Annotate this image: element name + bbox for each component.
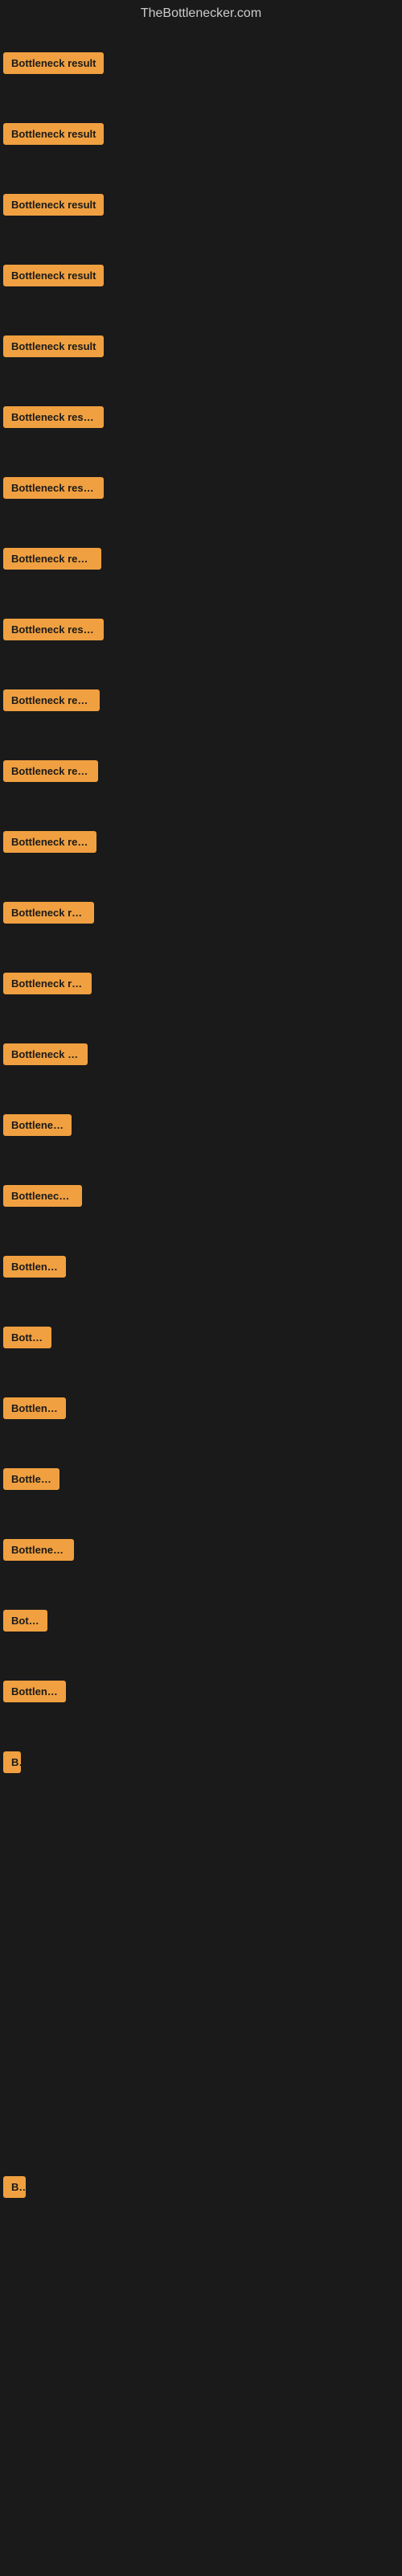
empty-item bbox=[0, 2222, 402, 2293]
empty-item bbox=[0, 2434, 402, 2505]
bottleneck-badge[interactable]: Bottleneck r bbox=[3, 1539, 74, 1561]
empty-item bbox=[0, 2505, 402, 2576]
bottleneck-item: Bottleneck result bbox=[0, 311, 402, 381]
empty-item bbox=[0, 2080, 402, 2151]
bottleneck-item: Bottlenec bbox=[0, 1372, 402, 1443]
bottleneck-item: Bottleneck result bbox=[0, 27, 402, 98]
bottleneck-item: Bottleneck result bbox=[0, 452, 402, 523]
bottleneck-item: Bottleneck result bbox=[0, 877, 402, 948]
bottleneck-item: Bottleneck result bbox=[0, 98, 402, 169]
bottleneck-item: Bottleneck result bbox=[0, 240, 402, 311]
bottleneck-badge[interactable]: Bottleneck result bbox=[3, 973, 92, 994]
bottleneck-item: Bottleneck result bbox=[0, 806, 402, 877]
empty-item bbox=[0, 1939, 402, 2010]
bottleneck-badge[interactable]: Bottleneck result bbox=[3, 689, 100, 711]
bottleneck-item: Bottleneck result bbox=[0, 523, 402, 594]
bottleneck-badge[interactable]: Bottleneck result bbox=[3, 406, 104, 428]
bottleneck-badge[interactable]: Bottleneck result bbox=[3, 831, 96, 853]
bottleneck-badge[interactable]: Bottleneck result bbox=[3, 619, 104, 640]
bottleneck-badge[interactable]: Bottleneck result bbox=[3, 548, 101, 570]
bottleneck-item: Bottlenec bbox=[0, 1656, 402, 1726]
bottleneck-badge[interactable]: Bottleneck result bbox=[3, 52, 104, 74]
bottleneck-badge[interactable]: B bbox=[3, 1751, 21, 1773]
bottleneck-badge[interactable]: Bottlene bbox=[3, 1468, 59, 1490]
site-title: TheBottlenecker.com bbox=[0, 0, 402, 27]
bottleneck-item: Bottleneck resul bbox=[0, 1018, 402, 1089]
bottleneck-badge[interactable]: Bottlenec bbox=[3, 1256, 66, 1278]
bottleneck-item: Bottleneck result bbox=[0, 594, 402, 665]
bottleneck-badge[interactable]: Bottle bbox=[3, 1610, 47, 1632]
empty-item bbox=[0, 2364, 402, 2434]
bottleneck-item: Bottle bbox=[0, 1585, 402, 1656]
bottleneck-item: Bottler bbox=[0, 1302, 402, 1372]
empty-item bbox=[0, 2293, 402, 2364]
bottleneck-item: Bottleneck result bbox=[0, 169, 402, 240]
bottleneck-badge[interactable]: Bo bbox=[3, 2176, 26, 2198]
bottleneck-badge[interactable]: Bottleneck bbox=[3, 1114, 72, 1136]
bottleneck-badge[interactable]: Bottler bbox=[3, 1327, 51, 1348]
empty-item bbox=[0, 1868, 402, 1939]
bottleneck-badge[interactable]: Bottlenec bbox=[3, 1397, 66, 1419]
bottleneck-item: Bottleneck result bbox=[0, 381, 402, 452]
empty-item bbox=[0, 1797, 402, 1868]
bottleneck-item: Bo bbox=[0, 2151, 402, 2222]
bottleneck-badge[interactable]: Bottlenec bbox=[3, 1681, 66, 1702]
bottleneck-badge[interactable]: Bottleneck result bbox=[3, 902, 94, 924]
bottleneck-badge[interactable]: Bottleneck result bbox=[3, 760, 98, 782]
bottleneck-item: Bottlenec bbox=[0, 1231, 402, 1302]
bottleneck-badge[interactable]: Bottleneck result bbox=[3, 123, 104, 145]
bottleneck-badge[interactable]: Bottleneck res bbox=[3, 1185, 82, 1207]
bottleneck-item: Bottleneck result bbox=[0, 948, 402, 1018]
bottleneck-badge[interactable]: Bottleneck resul bbox=[3, 1043, 88, 1065]
bottleneck-badge[interactable]: Bottleneck result bbox=[3, 265, 104, 286]
bottleneck-item: Bottleneck result bbox=[0, 735, 402, 806]
bottleneck-badge[interactable]: Bottleneck result bbox=[3, 335, 104, 357]
bottleneck-item: B bbox=[0, 1726, 402, 1797]
bottleneck-item: Bottlene bbox=[0, 1443, 402, 1514]
bottleneck-item: Bottleneck res bbox=[0, 1160, 402, 1231]
bottleneck-item: Bottleneck result bbox=[0, 665, 402, 735]
bottleneck-badge[interactable]: Bottleneck result bbox=[3, 477, 104, 499]
empty-item bbox=[0, 2010, 402, 2080]
bottleneck-badge[interactable]: Bottleneck result bbox=[3, 194, 104, 216]
bottleneck-item: Bottleneck bbox=[0, 1089, 402, 1160]
bottleneck-item: Bottleneck r bbox=[0, 1514, 402, 1585]
